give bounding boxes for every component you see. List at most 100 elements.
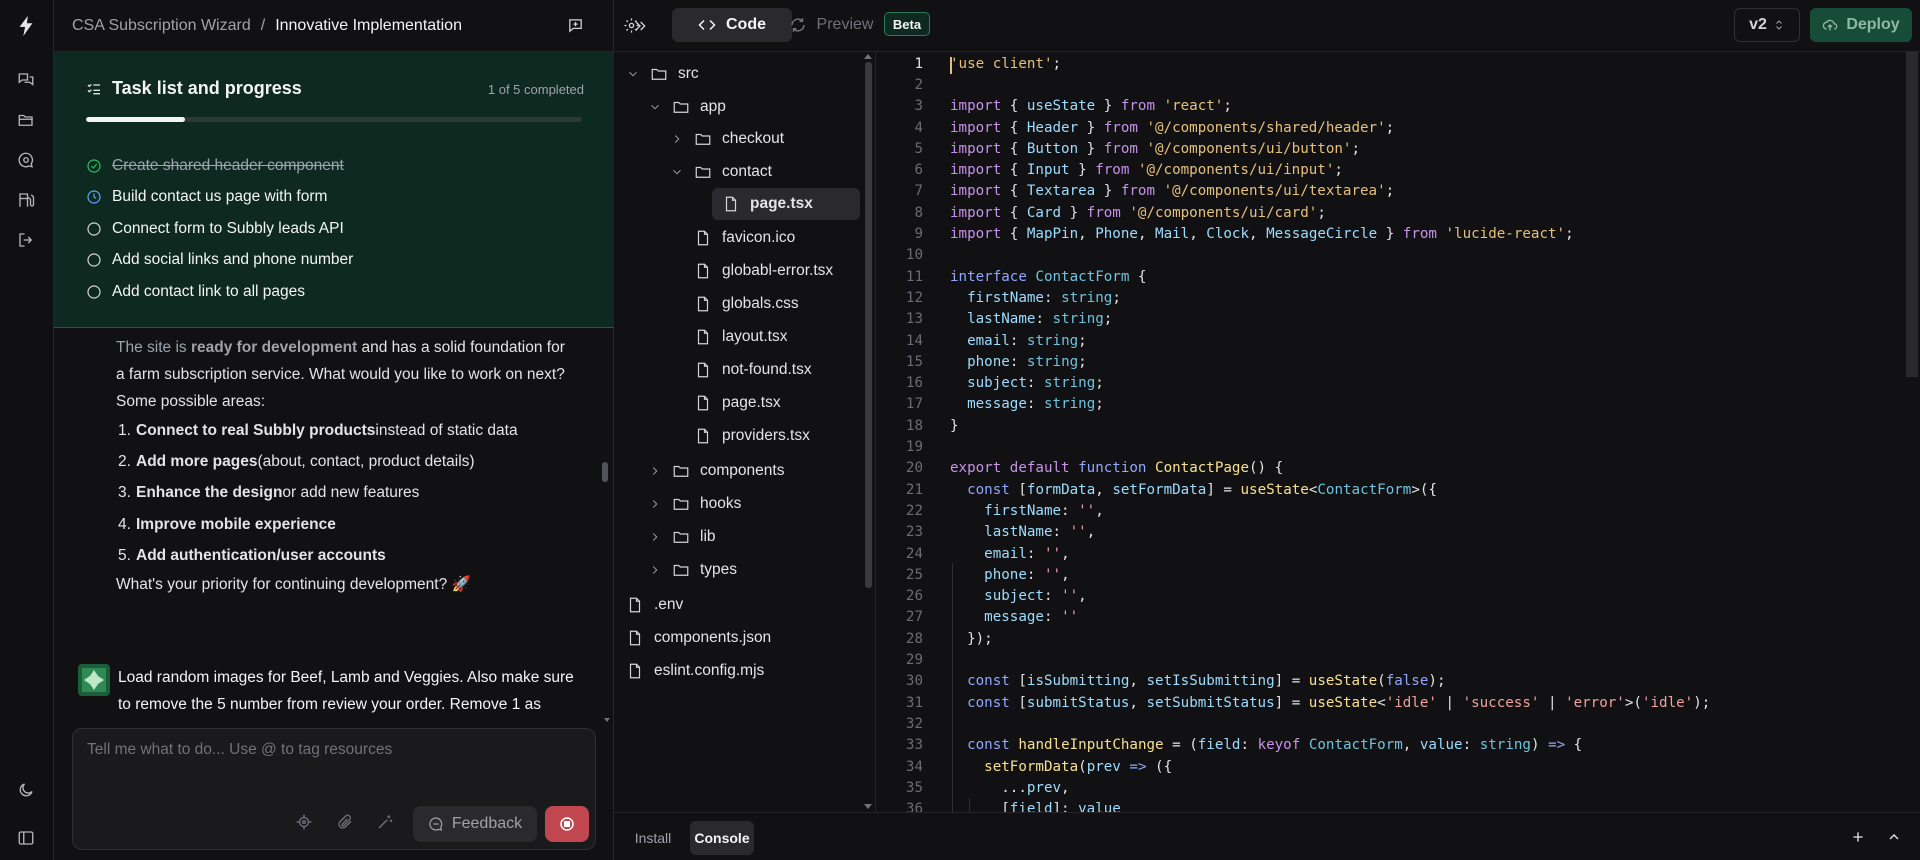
code-text: import { Button } from '@/components/ui/… — [950, 140, 1361, 157]
tree-scroll-down-arrow[interactable] — [864, 804, 872, 809]
magic-wand-icon[interactable] — [374, 811, 396, 833]
file-tree: src app checkout contact page.tsx favicon.ico… — [614, 52, 876, 812]
chat-scrollbar[interactable] — [602, 462, 608, 482]
tree-folder[interactable]: checkout — [670, 123, 784, 155]
code-line: 36 [field]: value — [876, 799, 1920, 812]
task-progress-bar — [86, 117, 582, 122]
fuel-icon[interactable] — [14, 188, 38, 212]
tree-folder[interactable]: src — [626, 58, 699, 90]
version-select[interactable]: v2 — [1734, 8, 1800, 42]
tree-file[interactable]: globals.css — [694, 288, 799, 320]
line-number: 31 — [905, 694, 923, 711]
line-number: 11 — [905, 268, 923, 285]
tree-scroll-up-arrow[interactable] — [864, 54, 872, 59]
tab-console[interactable]: Console — [690, 821, 754, 855]
tree-file[interactable]: providers.tsx — [694, 420, 810, 452]
logout-icon[interactable] — [14, 228, 38, 252]
logo-bolt-icon[interactable] — [14, 10, 38, 42]
code-text: firstName: string; — [967, 289, 1121, 306]
tree-folder[interactable]: contact — [670, 156, 772, 188]
line-number: 4 — [914, 119, 923, 136]
code-line: 34 setFormData(prev => ({ — [876, 756, 1920, 777]
tree-file[interactable]: .env — [626, 589, 683, 621]
chats-icon[interactable] — [14, 68, 38, 92]
tree-folder[interactable]: lib — [648, 521, 716, 553]
feedback-button[interactable]: Feedback — [413, 806, 537, 842]
line-number: 35 — [905, 779, 923, 796]
line-number: 17 — [905, 396, 923, 413]
paperclip-icon[interactable] — [334, 811, 356, 833]
line-number: 16 — [905, 375, 923, 392]
collapse-chevrons-icon[interactable] — [628, 14, 652, 38]
deploy-button[interactable]: Deploy — [1810, 8, 1912, 42]
file-icon — [629, 597, 641, 613]
tree-folder[interactable]: hooks — [648, 488, 741, 520]
code-editor[interactable]: 1'use client'; 2 3 import { useState } from… — [876, 52, 1920, 812]
file-icon — [697, 329, 709, 345]
code-line: 14 email: string; — [876, 330, 1920, 351]
feedback-message-icon[interactable] — [564, 14, 586, 36]
tree-file[interactable]: layout.tsx — [694, 321, 787, 353]
line-number: 28 — [905, 630, 923, 647]
chat-bubble-icon[interactable] — [14, 148, 38, 172]
tree-folder[interactable]: app — [648, 91, 726, 123]
tree-scrollbar[interactable] — [865, 62, 872, 588]
refresh-icon — [790, 18, 805, 32]
target-icon[interactable] — [293, 811, 315, 833]
code-line: 9 import { MapPin, Phone, Mail, Clock, Me… — [876, 223, 1920, 244]
tree-file[interactable]: not-found.tsx — [694, 354, 812, 386]
tree-file[interactable]: components.json — [626, 622, 771, 654]
sidebar-toggle-icon[interactable] — [14, 826, 38, 850]
breadcrumb-project[interactable]: CSA Subscription Wizard — [72, 17, 251, 35]
line-number: 25 — [905, 566, 923, 583]
tree-folder[interactable]: types — [648, 554, 737, 586]
chat-scroll-down-arrow[interactable] — [604, 718, 610, 722]
tree-file[interactable]: page.tsx — [694, 387, 781, 419]
tree-file[interactable]: page.tsx — [712, 188, 860, 220]
chevron-down-icon — [673, 169, 681, 175]
stop-circle-icon — [560, 817, 574, 831]
line-number: 23 — [905, 524, 923, 541]
code-text: } — [950, 417, 959, 434]
add-plus-icon[interactable] — [1848, 827, 1868, 847]
task-item: Add contact link to all pages — [86, 276, 582, 308]
line-number: 8 — [914, 204, 923, 221]
line-number: 12 — [905, 289, 923, 306]
line-number: 7 — [914, 183, 923, 200]
code-text: const [submitStatus, setSubmitStatus] = … — [967, 694, 1711, 711]
code-text: import { MapPin, Phone, Mail, Clock, Mes… — [950, 226, 1574, 243]
task-label: Build contact us page with form — [112, 188, 328, 206]
line-number: 2 — [914, 76, 923, 93]
code-text: [field]: value — [950, 801, 1121, 812]
chevron-right-icon — [652, 467, 658, 475]
tab-preview[interactable]: Preview — [772, 8, 890, 42]
tab-install[interactable]: Install — [624, 821, 682, 855]
message-icon — [429, 817, 443, 831]
chevron-up-icon[interactable] — [1884, 827, 1904, 847]
line-number: 19 — [905, 439, 923, 456]
code-line: 6 import { Input } from '@/components/ui/… — [876, 160, 1920, 181]
task-item: Add social links and phone number — [86, 245, 582, 277]
suggestion-item: 1. Connect to real Subbly products instea… — [118, 421, 518, 439]
theme-moon-icon[interactable] — [14, 778, 38, 802]
tree-file[interactable]: globabl-error.tsx — [694, 255, 833, 287]
line-number: 5 — [914, 140, 923, 157]
code-text: setFormData(prev => ({ — [984, 758, 1173, 775]
file-icon — [697, 395, 709, 411]
suggestion-item: 2. Add more pages (about, contact, produc… — [118, 452, 475, 470]
suggestion-item: 4. Improve mobile experience — [118, 515, 336, 533]
tree-folder[interactable]: components — [648, 455, 784, 487]
stop-button[interactable] — [545, 806, 589, 842]
circle-icon — [86, 221, 102, 237]
code-line: 24 email: '', — [876, 543, 1920, 564]
tree-file[interactable]: eslint.config.mjs — [626, 655, 764, 687]
code-line: 2 — [876, 74, 1920, 95]
upload-cloud-icon — [1823, 19, 1838, 31]
code-brackets-icon — [698, 19, 716, 31]
task-label: Create shared header component — [112, 156, 344, 174]
circle-icon — [86, 284, 102, 300]
prompt-input[interactable] — [87, 741, 577, 759]
folder-open-icon[interactable] — [14, 108, 38, 132]
breadcrumb-page[interactable]: Innovative Implementation — [275, 17, 462, 35]
tree-file[interactable]: favicon.ico — [694, 222, 795, 254]
